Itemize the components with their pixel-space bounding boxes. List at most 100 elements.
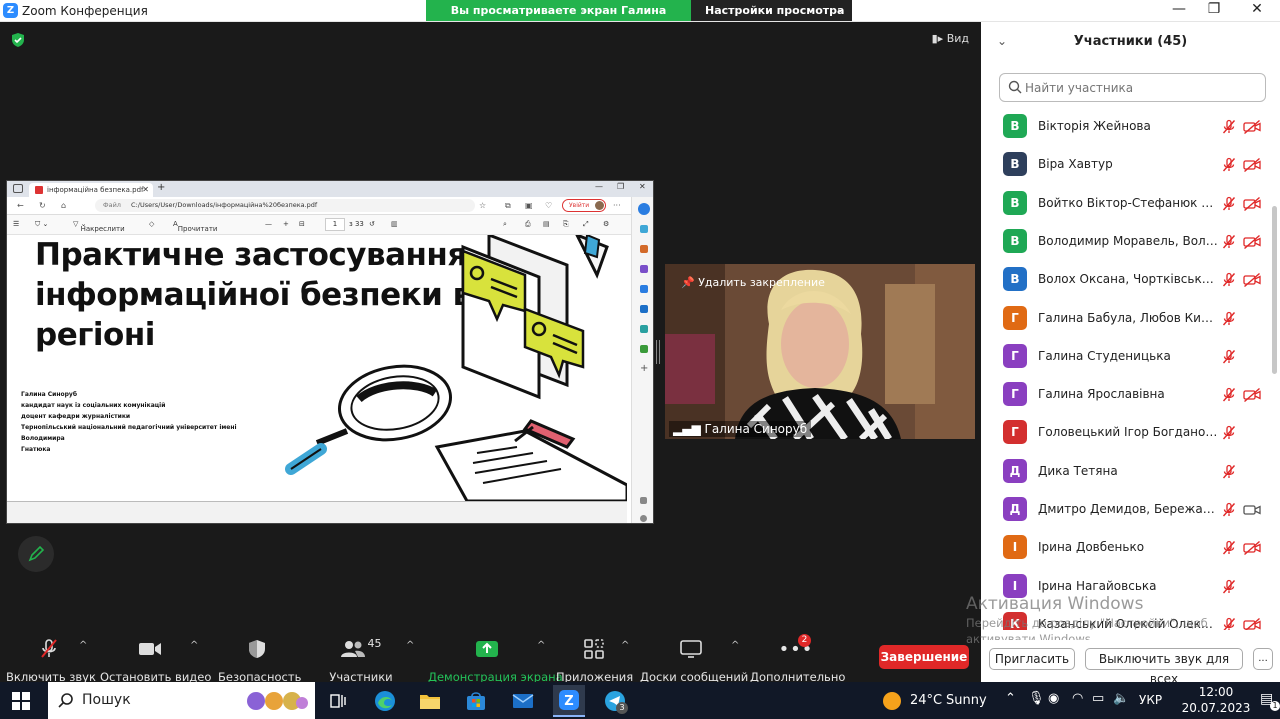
url-bar[interactable]: Файл C:/Users/User/Downloads/інформаційн… — [95, 199, 475, 212]
participant-row[interactable]: Г Галина Бабула, Любов Кирилюк — [981, 300, 1270, 338]
page-view-icon[interactable]: ▥ — [391, 220, 398, 228]
security-button[interactable]: Безопасность — [218, 638, 301, 684]
participant-row[interactable]: Г Галина Студеницька — [981, 338, 1270, 376]
new-tab-icon[interactable]: + — [157, 182, 165, 193]
microsoft-store-icon[interactable] — [460, 685, 492, 717]
volume-icon[interactable]: 🔈 — [1113, 691, 1129, 706]
extensions-icon[interactable]: ⧉ — [505, 201, 511, 211]
sun-weather-icon[interactable] — [882, 691, 902, 711]
share-options-caret[interactable]: ^ — [537, 640, 545, 651]
participant-row[interactable]: В Віра Хавтур — [981, 146, 1270, 184]
weather-temp[interactable]: 24°C — [910, 693, 942, 708]
drop-icon[interactable] — [640, 325, 648, 333]
view-options-button[interactable]: Настройки просмотра ⌄ — [691, 0, 852, 21]
participants-options-caret[interactable]: ^ — [406, 640, 414, 651]
encryption-shield-icon[interactable] — [10, 32, 26, 48]
windows-start-icon[interactable] — [12, 692, 30, 710]
end-meeting-button[interactable]: Завершение — [879, 645, 969, 669]
participant-search-input[interactable] — [999, 73, 1266, 102]
close-tab-icon[interactable]: ✕ — [142, 183, 149, 197]
participant-row[interactable]: І Ірина Довбенько — [981, 529, 1270, 567]
rotate-icon[interactable]: ↺ — [369, 220, 375, 228]
draw-tool-button[interactable]: ▽ Накреслити ⌄ — [73, 220, 125, 233]
annotate-button[interactable] — [18, 536, 54, 572]
invite-button[interactable]: Пригласить — [989, 648, 1075, 670]
participant-row[interactable]: Г Головецький Ігор Богданович — [981, 414, 1270, 452]
fullscreen-icon[interactable]: ⤢ — [583, 220, 589, 229]
participant-list-scrollbar[interactable] — [1272, 206, 1277, 374]
stop-video-button[interactable]: Остановить видео — [100, 638, 211, 684]
favorite-star-icon[interactable]: ☆ — [479, 201, 486, 210]
read-aloud-button[interactable]: AПрочитати вголос — [173, 220, 217, 241]
apps-options-caret[interactable]: ^ — [621, 640, 629, 651]
file-explorer-icon[interactable] — [414, 685, 446, 717]
participant-row[interactable]: Г Галина Ярославівна — [981, 376, 1270, 414]
telegram-icon[interactable]: 3 — [599, 685, 631, 717]
office-icon[interactable] — [640, 285, 648, 293]
participants-button[interactable]: 45 Участники — [326, 637, 396, 685]
whiteboards-options-caret[interactable]: ^ — [731, 640, 739, 651]
back-icon[interactable]: ← — [17, 201, 24, 210]
mail-icon[interactable] — [507, 685, 539, 717]
browser-tab[interactable]: інформаційна безпека.pdf ✕ — [29, 183, 153, 197]
pinned-video-tile[interactable]: 📌 Удалить закрепление ▂▄▆ Галина Синоруб — [665, 264, 975, 439]
browser-restore-icon[interactable]: ❐ — [617, 182, 624, 191]
tray-app-icon[interactable]: ◉ — [1048, 691, 1059, 706]
outlook-icon[interactable] — [640, 305, 648, 313]
browser-essentials-icon[interactable]: ♡ — [545, 201, 552, 210]
tools-icon[interactable] — [640, 245, 648, 253]
pdf-settings-icon[interactable]: ⚙ — [603, 220, 609, 228]
more-options-button[interactable]: ... — [1253, 648, 1273, 670]
participant-row[interactable]: Д Дика Тетяна — [981, 453, 1270, 491]
refresh-icon[interactable]: ↻ — [39, 201, 46, 210]
add-sidebar-icon[interactable]: + — [640, 364, 648, 374]
shopping-tag-icon[interactable] — [640, 225, 648, 233]
page-number-input[interactable]: 1 — [325, 218, 345, 231]
collections-icon[interactable]: ▣ — [525, 201, 533, 210]
tray-overflow-icon[interactable]: ⌃ — [1005, 691, 1016, 706]
zoom-in-icon[interactable]: + — [283, 220, 289, 228]
split-resize-handle[interactable] — [656, 340, 660, 364]
clock-time[interactable]: 12:00 — [1186, 685, 1246, 699]
zoom-out-icon[interactable]: — — [265, 220, 272, 228]
video-options-caret[interactable]: ^ — [190, 640, 198, 651]
participant-row[interactable]: В Володимир Моравель, Волод... — [981, 223, 1270, 261]
clock-date[interactable]: 20.07.2023 — [1178, 701, 1254, 715]
audio-options-caret[interactable]: ^ — [79, 640, 87, 651]
unpin-button[interactable]: 📌 Удалить закрепление — [681, 276, 825, 289]
taskbar-search-box[interactable]: Пошук — [48, 682, 315, 719]
language-indicator[interactable]: УКР — [1139, 693, 1162, 707]
tray-mic-icon[interactable]: 🎙 — [1028, 691, 1045, 706]
sidebar-settings-icon[interactable] — [640, 515, 647, 522]
participant-row[interactable]: В Волох Оксана, Чортківська РВА — [981, 261, 1270, 299]
wifi-icon[interactable]: ◠ — [1072, 691, 1083, 706]
restore-button[interactable]: ❐ — [1199, 1, 1229, 17]
weather-desc[interactable]: Sunny — [946, 693, 987, 708]
save-as-icon[interactable]: ⎘ — [563, 220, 569, 229]
tab-actions-icon[interactable] — [13, 184, 23, 193]
settings-more-icon[interactable]: ··· — [613, 201, 621, 210]
filter-icon[interactable]: ⛉ ⌄ — [35, 220, 48, 229]
more-button[interactable]: ••• 2 Дополнительно — [750, 634, 845, 684]
print-icon[interactable]: ⎙ — [525, 220, 531, 229]
battery-icon[interactable]: ▭ — [1092, 691, 1104, 706]
minimize-button[interactable]: — — [1164, 1, 1194, 17]
contents-icon[interactable]: ☰ — [13, 220, 19, 228]
task-view-icon[interactable] — [322, 685, 354, 717]
mute-all-button[interactable]: Выключить звук для всех — [1085, 648, 1243, 686]
sidebar-layout-icon[interactable] — [640, 497, 647, 504]
participant-row[interactable]: В Вікторія Жейнова — [981, 108, 1270, 146]
save-icon[interactable]: ▤ — [543, 220, 550, 228]
tree-icon[interactable] — [640, 345, 648, 353]
share-screen-button[interactable]: Демонстрация экрана — [428, 638, 563, 684]
pdf-search-icon[interactable]: ⌕ — [503, 220, 507, 229]
browser-minimize-icon[interactable]: — — [595, 182, 603, 191]
eraser-icon[interactable]: ◇ — [149, 220, 154, 228]
participant-row[interactable]: В Войтко Віктор-Стефанюк Окса... — [981, 185, 1270, 223]
fit-page-icon[interactable]: ⊟ — [299, 220, 305, 228]
copilot-icon[interactable] — [638, 203, 650, 215]
browser-close-icon[interactable]: ✕ — [639, 182, 646, 191]
view-button[interactable]: ▮▸ Вид — [932, 32, 969, 45]
games-icon[interactable] — [640, 265, 648, 273]
participant-row[interactable]: Д Дмитро Демидов, Бережанськ... — [981, 491, 1270, 529]
